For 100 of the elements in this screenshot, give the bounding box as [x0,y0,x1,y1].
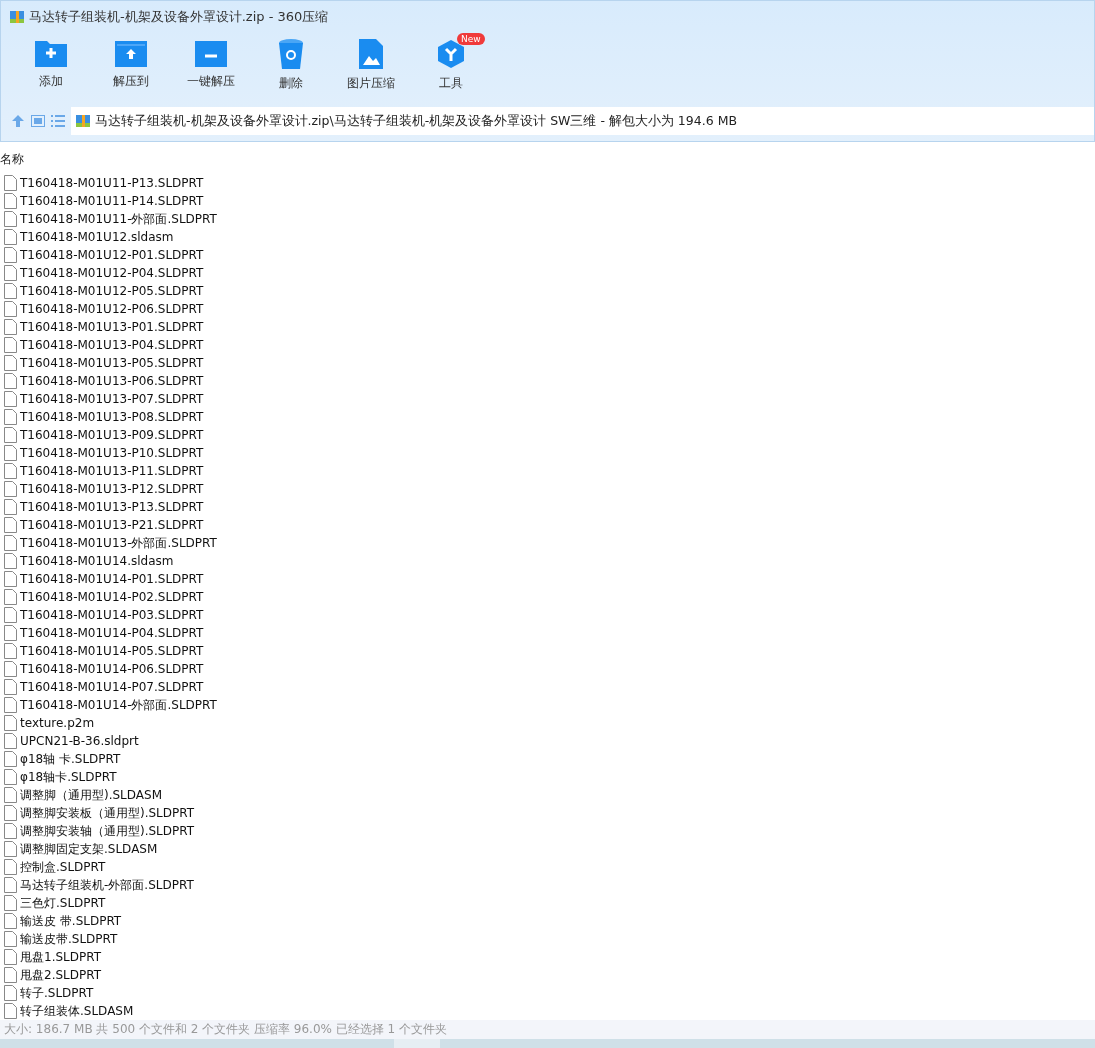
file-icon [4,823,17,840]
file-icon [4,265,17,282]
file-name[interactable]: T160418-M01U12-P05.SLDPRT [20,284,204,299]
file-icon [4,571,17,588]
file-icon [4,409,17,426]
file-name[interactable]: T160418-M01U11-P13.SLDPRT [20,176,204,191]
file-icon [4,427,17,444]
file-name[interactable]: T160418-M01U14-P02.SLDPRT [20,590,204,605]
file-name[interactable]: T160418-M01U13-P11.SLDPRT [20,464,204,479]
file-icon [4,175,17,192]
file-name[interactable]: T160418-M01U13-P08.SLDPRT [20,410,204,425]
file-icon [4,553,17,570]
file-name[interactable]: 转子.SLDPRT [20,984,94,1002]
file-icon [4,589,17,606]
scrollbar-thumb[interactable] [394,1038,440,1048]
toolbar-button[interactable]: 解压到 [91,33,171,105]
file-icon [4,301,17,318]
file-icon [4,193,17,210]
file-name[interactable]: T160418-M01U14-P03.SLDPRT [20,608,204,623]
file-name[interactable]: T160418-M01U13-P01.SLDPRT [20,320,204,335]
archive-icon [75,113,91,129]
file-name[interactable]: 输送皮带.SLDPRT [20,930,118,948]
file-name[interactable]: T160418-M01U11-外部面.SLDPRT [20,210,217,228]
toolbar-button[interactable]: 一键解压 [171,33,251,105]
file-name[interactable]: 输送皮 带.SLDPRT [20,912,122,930]
file-icon [4,751,17,768]
new-badge: New [457,33,485,45]
file-name[interactable]: T160418-M01U14-外部面.SLDPRT [20,696,217,714]
file-name[interactable]: T160418-M01U13-P05.SLDPRT [20,356,204,371]
file-icon [4,859,17,876]
folder-upload-icon [115,39,147,67]
toolbar-button[interactable]: 删除 [251,33,331,105]
file-name[interactable]: T160418-M01U11-P14.SLDPRT [20,194,204,209]
file-icon [4,733,17,750]
file-name[interactable]: T160418-M01U13-P04.SLDPRT [20,338,204,353]
file-name[interactable]: texture.p2m [20,716,95,731]
file-name[interactable]: T160418-M01U12.sldasm [20,230,174,245]
file-name[interactable]: T160418-M01U13-P10.SLDPRT [20,446,204,461]
file-icon [4,319,17,336]
file-name[interactable]: T160418-M01U14-P07.SLDPRT [20,680,204,695]
file-icon [4,931,17,948]
file-name[interactable]: φ18轴卡.SLDPRT [20,768,117,786]
file-name[interactable]: T160418-M01U14.sldasm [20,554,174,569]
file-icon [4,805,17,822]
file-icon [4,481,17,498]
file-name[interactable]: T160418-M01U13-P07.SLDPRT [20,392,204,407]
file-icon [4,643,17,660]
file-icon [4,607,17,624]
folder-minus-icon [195,39,227,67]
image-file-icon [359,39,383,69]
file-name[interactable]: T160418-M01U13-P06.SLDPRT [20,374,204,389]
file-icon [4,535,17,552]
file-name[interactable]: T160418-M01U13-P13.SLDPRT [20,500,204,515]
file-name[interactable]: T160418-M01U14-P05.SLDPRT [20,644,204,659]
toolbar-button[interactable]: 图片压缩 [331,33,411,105]
file-name[interactable]: UPCN21-B-36.sldprt [20,734,139,749]
file-name[interactable]: T160418-M01U14-P01.SLDPRT [20,572,204,587]
folder-plus-icon [35,39,67,67]
file-icon [4,841,17,858]
file-name[interactable]: 三色灯.SLDPRT [20,894,106,912]
list-view-icon[interactable] [51,115,65,127]
file-name[interactable]: 调整脚安装轴（通用型).SLDPRT [20,822,195,840]
file-name[interactable]: T160418-M01U13-外部面.SLDPRT [20,534,217,552]
file-name[interactable]: 调整脚固定支架.SLDASM [20,840,158,858]
file-name[interactable]: T160418-M01U13-P09.SLDPRT [20,428,204,443]
view-panel-icon[interactable] [31,115,45,127]
file-name[interactable]: 转子组装体.SLDASM [20,1002,134,1020]
file-icon [4,949,17,966]
file-icon [4,445,17,462]
file-name[interactable]: T160418-M01U14-P04.SLDPRT [20,626,204,641]
file-icon [4,517,17,534]
file-icon [4,913,17,930]
file-name[interactable]: 控制盒.SLDPRT [20,858,106,876]
file-name[interactable]: T160418-M01U13-P21.SLDPRT [20,518,204,533]
file-icon [4,985,17,1002]
file-icon [4,1003,17,1020]
file-name[interactable]: 调整脚安装板（通用型).SLDPRT [20,804,195,822]
toolbar-button[interactable]: 添加 [11,33,91,105]
file-icon [4,967,17,984]
file-icon [4,337,17,354]
address-field[interactable]: 马达转子组装机-机架及设备外罩设计.zip\马达转子组装机-机架及设备外罩设计 SW三维 - 解包大小为 194.6 MB [71,107,1094,135]
file-name[interactable]: 调整脚（通用型).SLDASM [20,786,162,804]
file-name[interactable]: T160418-M01U12-P01.SLDPRT [20,248,204,263]
file-icon [4,661,17,678]
up-arrow-icon[interactable] [11,114,25,128]
status-bar: 大小: 186.7 MB 共 500 个文件和 2 个文件夹 压缩率 96.0% 已经选择 1 个文件夹 [0,1020,1095,1039]
file-name[interactable]: T160418-M01U14-P06.SLDPRT [20,662,204,677]
file-name[interactable]: T160418-M01U12-P06.SLDPRT [20,302,204,317]
file-name[interactable]: T160418-M01U12-P04.SLDPRT [20,266,204,281]
file-icon [4,679,17,696]
recycle-bin-icon [279,39,303,69]
file-name[interactable]: 甩盘1.SLDPRT [20,948,102,966]
file-name[interactable]: T160418-M01U13-P12.SLDPRT [20,482,204,497]
file-name[interactable]: φ18轴 卡.SLDPRT [20,750,121,768]
column-header[interactable]: 名称 [0,151,24,169]
file-icon [4,391,17,408]
file-name[interactable]: 甩盘2.SLDPRT [20,966,102,984]
file-name[interactable]: 马达转子组装机-外部面.SLDPRT [20,876,194,894]
file-icon [4,211,17,228]
file-icon [4,373,17,390]
